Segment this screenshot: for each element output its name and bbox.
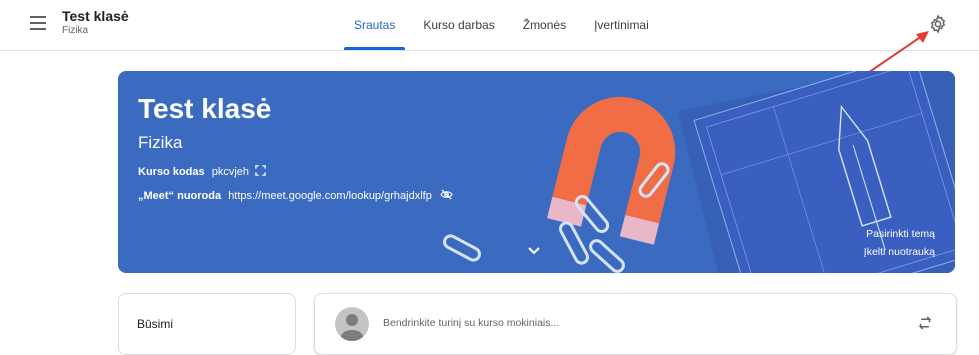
class-code-value[interactable]: pkcvjeh [212,166,249,178]
upcoming-label: Būsimi [137,317,174,331]
select-theme-link[interactable]: Pasirinkti temą [866,228,935,240]
class-subject: Fizika [62,25,89,36]
menu-icon[interactable] [30,16,46,30]
banner-title: Test klasė [138,93,272,124]
avatar[interactable] [335,307,369,341]
class-title[interactable]: Test klasė [62,8,129,24]
class-banner: Test klasė Fizika Kurso kodas pkcvjeh „M… [118,71,955,273]
class-code-label: Kurso kodas [138,166,205,178]
banner-subtitle: Fizika [138,133,183,152]
class-code-row: Kurso kodas pkcvjeh [138,165,266,178]
class-title-block[interactable]: Test klasė Fizika [62,8,129,38]
tab-classwork[interactable]: Kurso darbas [409,0,508,50]
visibility-off-icon[interactable] [440,189,453,200]
meet-link-label: „Meet“ nuoroda [138,190,222,202]
tab-grades[interactable]: Įvertinimai [580,0,663,50]
expand-chevron-icon[interactable] [528,247,540,255]
repost-icon[interactable] [916,314,934,332]
tab-people[interactable]: Žmonės [509,0,580,50]
meet-link-row: „Meet“ nuoroda https://meet.google.com/l… [138,189,453,202]
user-silhouette-icon [341,314,363,341]
share-placeholder[interactable]: Bendrinkite turinį su kurso mokiniais... [383,317,559,329]
fullscreen-icon[interactable] [255,165,266,176]
share-box[interactable]: Bendrinkite turinį su kurso mokiniais... [314,293,957,355]
upcoming-card: Būsimi [118,293,296,355]
tab-stream[interactable]: Srautas [340,0,409,50]
meet-link[interactable]: https://meet.google.com/lookup/grhajdxlf… [228,190,432,202]
settings-gear-icon[interactable] [928,14,948,34]
tab-bar: Srautas Kurso darbas Žmonės Įvertinimai [340,0,663,50]
upload-photo-link[interactable]: Įkelti nuotrauką [864,246,935,258]
top-app-bar: Test klasė Fizika Srautas Kurso darbas Ž… [0,0,979,51]
